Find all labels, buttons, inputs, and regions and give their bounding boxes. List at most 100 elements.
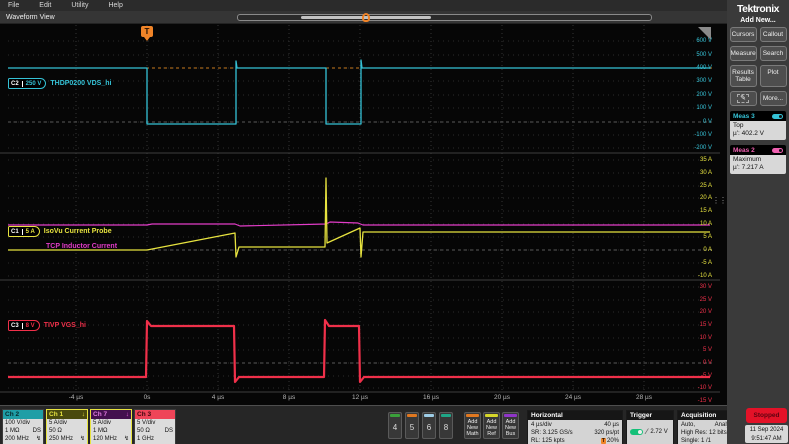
c2-label: THDP0200 VDS_hi	[50, 80, 112, 87]
axis-label-vgs: 0 V	[702, 360, 712, 366]
channel-6-button[interactable]: 6	[422, 412, 436, 439]
ch2-flag: DS	[32, 428, 41, 435]
channel-chip-c7[interactable]: TCP Inductor Current	[46, 243, 117, 250]
axis-label-vgs: 25 V	[699, 297, 712, 303]
ch1-settings: 5 A/div 50 Ω 250 MHz ↯	[47, 419, 87, 444]
search-button[interactable]: Search	[759, 46, 787, 61]
ch3-setting-row: 1 GHz	[137, 435, 173, 443]
meas-2-toggle[interactable]	[772, 147, 783, 153]
ch3-setting: 1 GHz	[137, 436, 155, 443]
time-axis-label: 16 µs	[422, 394, 440, 401]
more-button[interactable]: More...	[759, 91, 787, 106]
axis-label-vds: 300 V	[696, 78, 712, 84]
oscilloscope-app: File Edit Utility Help Waveform View T ⋮⋮ C…	[0, 0, 789, 444]
c3-vgs-trace[interactable]	[8, 318, 710, 384]
axis-label-vds: 400 V	[696, 65, 712, 71]
c3-badge[interactable]: C3 8 V	[8, 320, 40, 331]
channel-chip-c1[interactable]: C1 5 A IsoVu Current Probe	[8, 226, 112, 237]
axis-label-vds: 100 V	[696, 105, 712, 111]
horizontal-pan-scrollbar[interactable]	[237, 13, 652, 22]
add-new-math-button[interactable]: Add New Math	[464, 412, 481, 439]
channel-4-button[interactable]: 4	[388, 412, 402, 439]
results-table-button[interactable]: Results Table	[729, 65, 757, 87]
badge-meas-2[interactable]: Meas 2 Maximum µ': 7.217 A	[730, 145, 786, 174]
right-sidebar: Tektronix Add New... Cursors Callout Measu…	[727, 0, 789, 444]
ch7-setting-row: 5 A/div	[93, 419, 129, 427]
menu-item-help[interactable]: Help	[100, 2, 134, 9]
ch7-clip-arrow-icon: ↓	[125, 411, 129, 418]
time-axis-label: 20 µs	[493, 394, 511, 401]
axis-label-current: 35 A	[699, 157, 712, 163]
channel-4-number: 4	[392, 423, 398, 432]
channel-chip-c2[interactable]: C2 250 V THDP0200 VDS_hi	[8, 78, 111, 89]
meas-2-title: Meas 2	[733, 146, 755, 154]
ch2-setting-row: 1 MΩ DS	[5, 427, 41, 435]
trigger-position-marker[interactable]: T	[141, 26, 153, 41]
channel-badge-ch7[interactable]: Ch 7 ↓ 5 A/div 1 MΩ 120 MHz ↯	[90, 409, 132, 444]
horizontal-row: 4 µs/div 40 µs	[531, 421, 619, 429]
pan-trigger-marker-icon[interactable]	[362, 13, 370, 22]
menu-item-edit[interactable]: Edit	[31, 2, 63, 9]
channel-badge-ch1[interactable]: Ch 1 ↓ 5 A/div 50 Ω 250 MHz ↯	[46, 409, 88, 444]
add-new-ref-button[interactable]: Add New Ref	[483, 412, 500, 439]
channel-6-stripe	[424, 414, 434, 417]
axis-label-vds: 500 V	[696, 52, 712, 58]
ch2-setting-row: 200 MHz ↯	[5, 435, 41, 443]
c1-badge[interactable]: C1 5 A	[8, 226, 40, 237]
axis-label-current: 25 A	[699, 183, 712, 189]
add-new-heading: Add New...	[740, 17, 776, 24]
tab-waveform-view[interactable]: Waveform View	[6, 11, 55, 24]
measure-button[interactable]: Measure	[729, 46, 757, 61]
cursors-button[interactable]: Cursors	[729, 27, 757, 42]
meas-3-toggle[interactable]	[772, 113, 783, 119]
channel-8-button[interactable]: 8	[439, 412, 453, 439]
measurement-badges: Meas 3 Top µ': 402.2 V Meas 2 Maximum µ': 7.2…	[727, 111, 789, 174]
channel-5-button[interactable]: 5	[405, 412, 419, 439]
axis-label-vgs: -10 V	[697, 385, 712, 391]
c2-badge[interactable]: C2 250 V	[8, 78, 47, 89]
axis-label-current: 20 A	[699, 195, 712, 201]
axis-label-vds: 0 V	[702, 119, 712, 125]
add-new-bus-button-stripe	[504, 414, 517, 417]
ch7-setting-row: 120 MHz ↯	[93, 435, 129, 443]
ch1-header: Ch 1 ↓	[47, 410, 87, 419]
ch7-setting: 120 MHz	[93, 436, 118, 443]
horizontal-value: 4 µs/div	[531, 422, 552, 428]
stopped-button[interactable]: Stopped	[746, 408, 787, 423]
channel-chip-c3[interactable]: C3 8 V TIVP VGS_hi	[8, 320, 86, 331]
horizontal-panel[interactable]: Horizontal 4 µs/div 40 µs SR: 3.125 GS/s 32…	[527, 410, 623, 444]
badge-meas-3[interactable]: Meas 3 Top µ': 402.2 V	[730, 111, 786, 140]
ch3-setting: 50 Ω	[137, 428, 150, 435]
axis-label-current: 30 A	[699, 170, 712, 176]
c2-vds-trace[interactable]	[8, 59, 710, 125]
callout-button[interactable]: Callout	[759, 27, 787, 42]
meas-2-value: µ': 7.217 A	[733, 164, 764, 171]
channel-5-stripe	[407, 414, 417, 417]
add-new-bus-button[interactable]: Add New Bus	[502, 412, 519, 439]
axis-label-current: 10 A	[699, 221, 712, 227]
axis-label-current: 0 A	[703, 247, 712, 253]
waveform-plot[interactable]: T ⋮⋮ C2 250 V THDP0200 VDS_hi C1 5 A IsoVu…	[0, 24, 727, 405]
ch7-probe-icon: ↯	[123, 436, 129, 443]
axis-label-vgs: 5 V	[702, 347, 712, 353]
axis-label-vgs: 20 V	[699, 309, 712, 315]
time-axis-label: 28 µs	[635, 394, 653, 401]
channel-8-number: 8	[443, 423, 449, 432]
channel-badge-ch3[interactable]: Ch 3 5 V/div 50 Ω DS 1 GHz	[134, 409, 176, 444]
meas-2-header: Meas 2	[730, 145, 786, 155]
acquisition-value: High Res: 12 bits	[681, 430, 727, 437]
plot-button[interactable]: Plot	[759, 65, 787, 87]
trigger-panel[interactable]: Trigger ∕ 2.72 V	[626, 410, 674, 444]
time-text: 9:51:47 AM	[751, 435, 782, 442]
panel-divider-handle[interactable]: ⋮⋮	[712, 196, 727, 205]
ch3-setting: 5 V/div	[137, 420, 156, 426]
trigger-toggle[interactable]	[630, 429, 643, 435]
trigger-panel-title: Trigger	[627, 411, 673, 420]
channel-badge-ch2[interactable]: Ch 2 100 V/div 1 MΩ DS 200 MHz ↯	[2, 409, 44, 444]
channel-5-number: 5	[409, 423, 415, 432]
time-axis-label: 4 µs	[211, 394, 225, 401]
menu-item-file[interactable]: File	[0, 2, 31, 9]
menu-item-utility[interactable]: Utility	[63, 2, 100, 9]
time-axis-label: 12 µs	[351, 394, 369, 401]
annotation-button[interactable]: ✎	[729, 91, 757, 106]
